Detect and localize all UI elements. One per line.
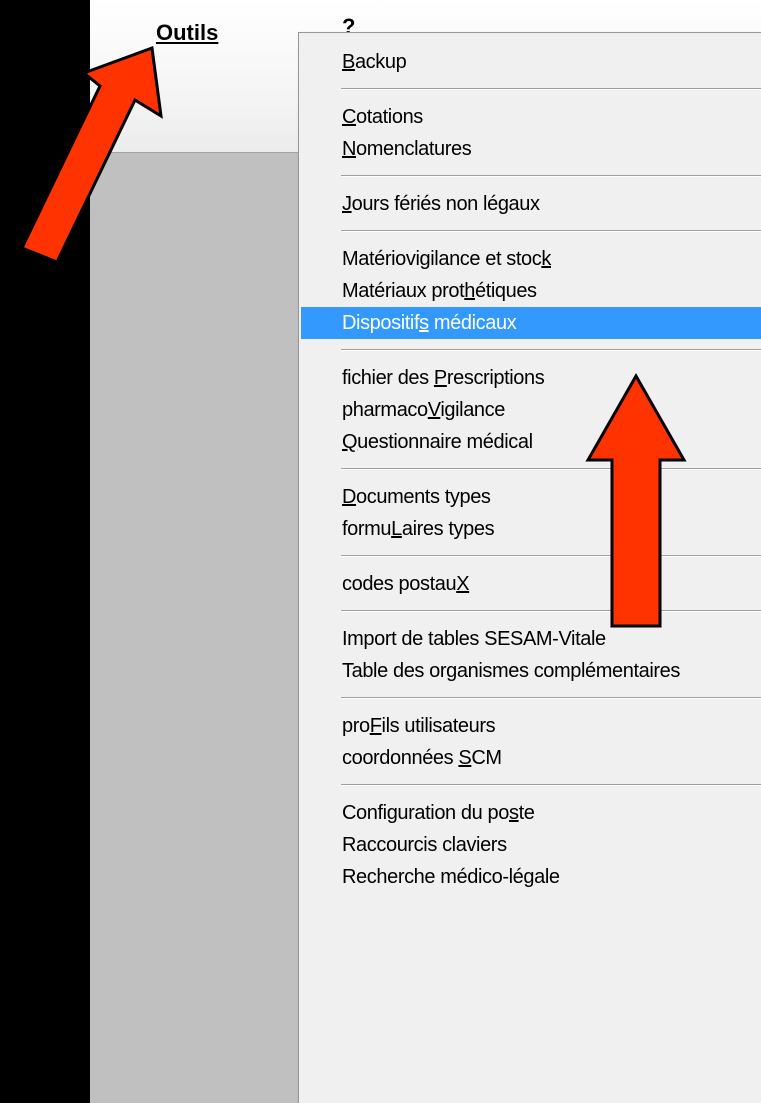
screenshot-stage: Outils ? Backup Cotations Nomenclatures Jou…: [0, 0, 761, 1103]
red-arrow-icon-dispositifs: [585, 372, 687, 628]
red-arrow-icon-outils: [19, 45, 163, 264]
red-arrow-icon: [19, 45, 687, 628]
